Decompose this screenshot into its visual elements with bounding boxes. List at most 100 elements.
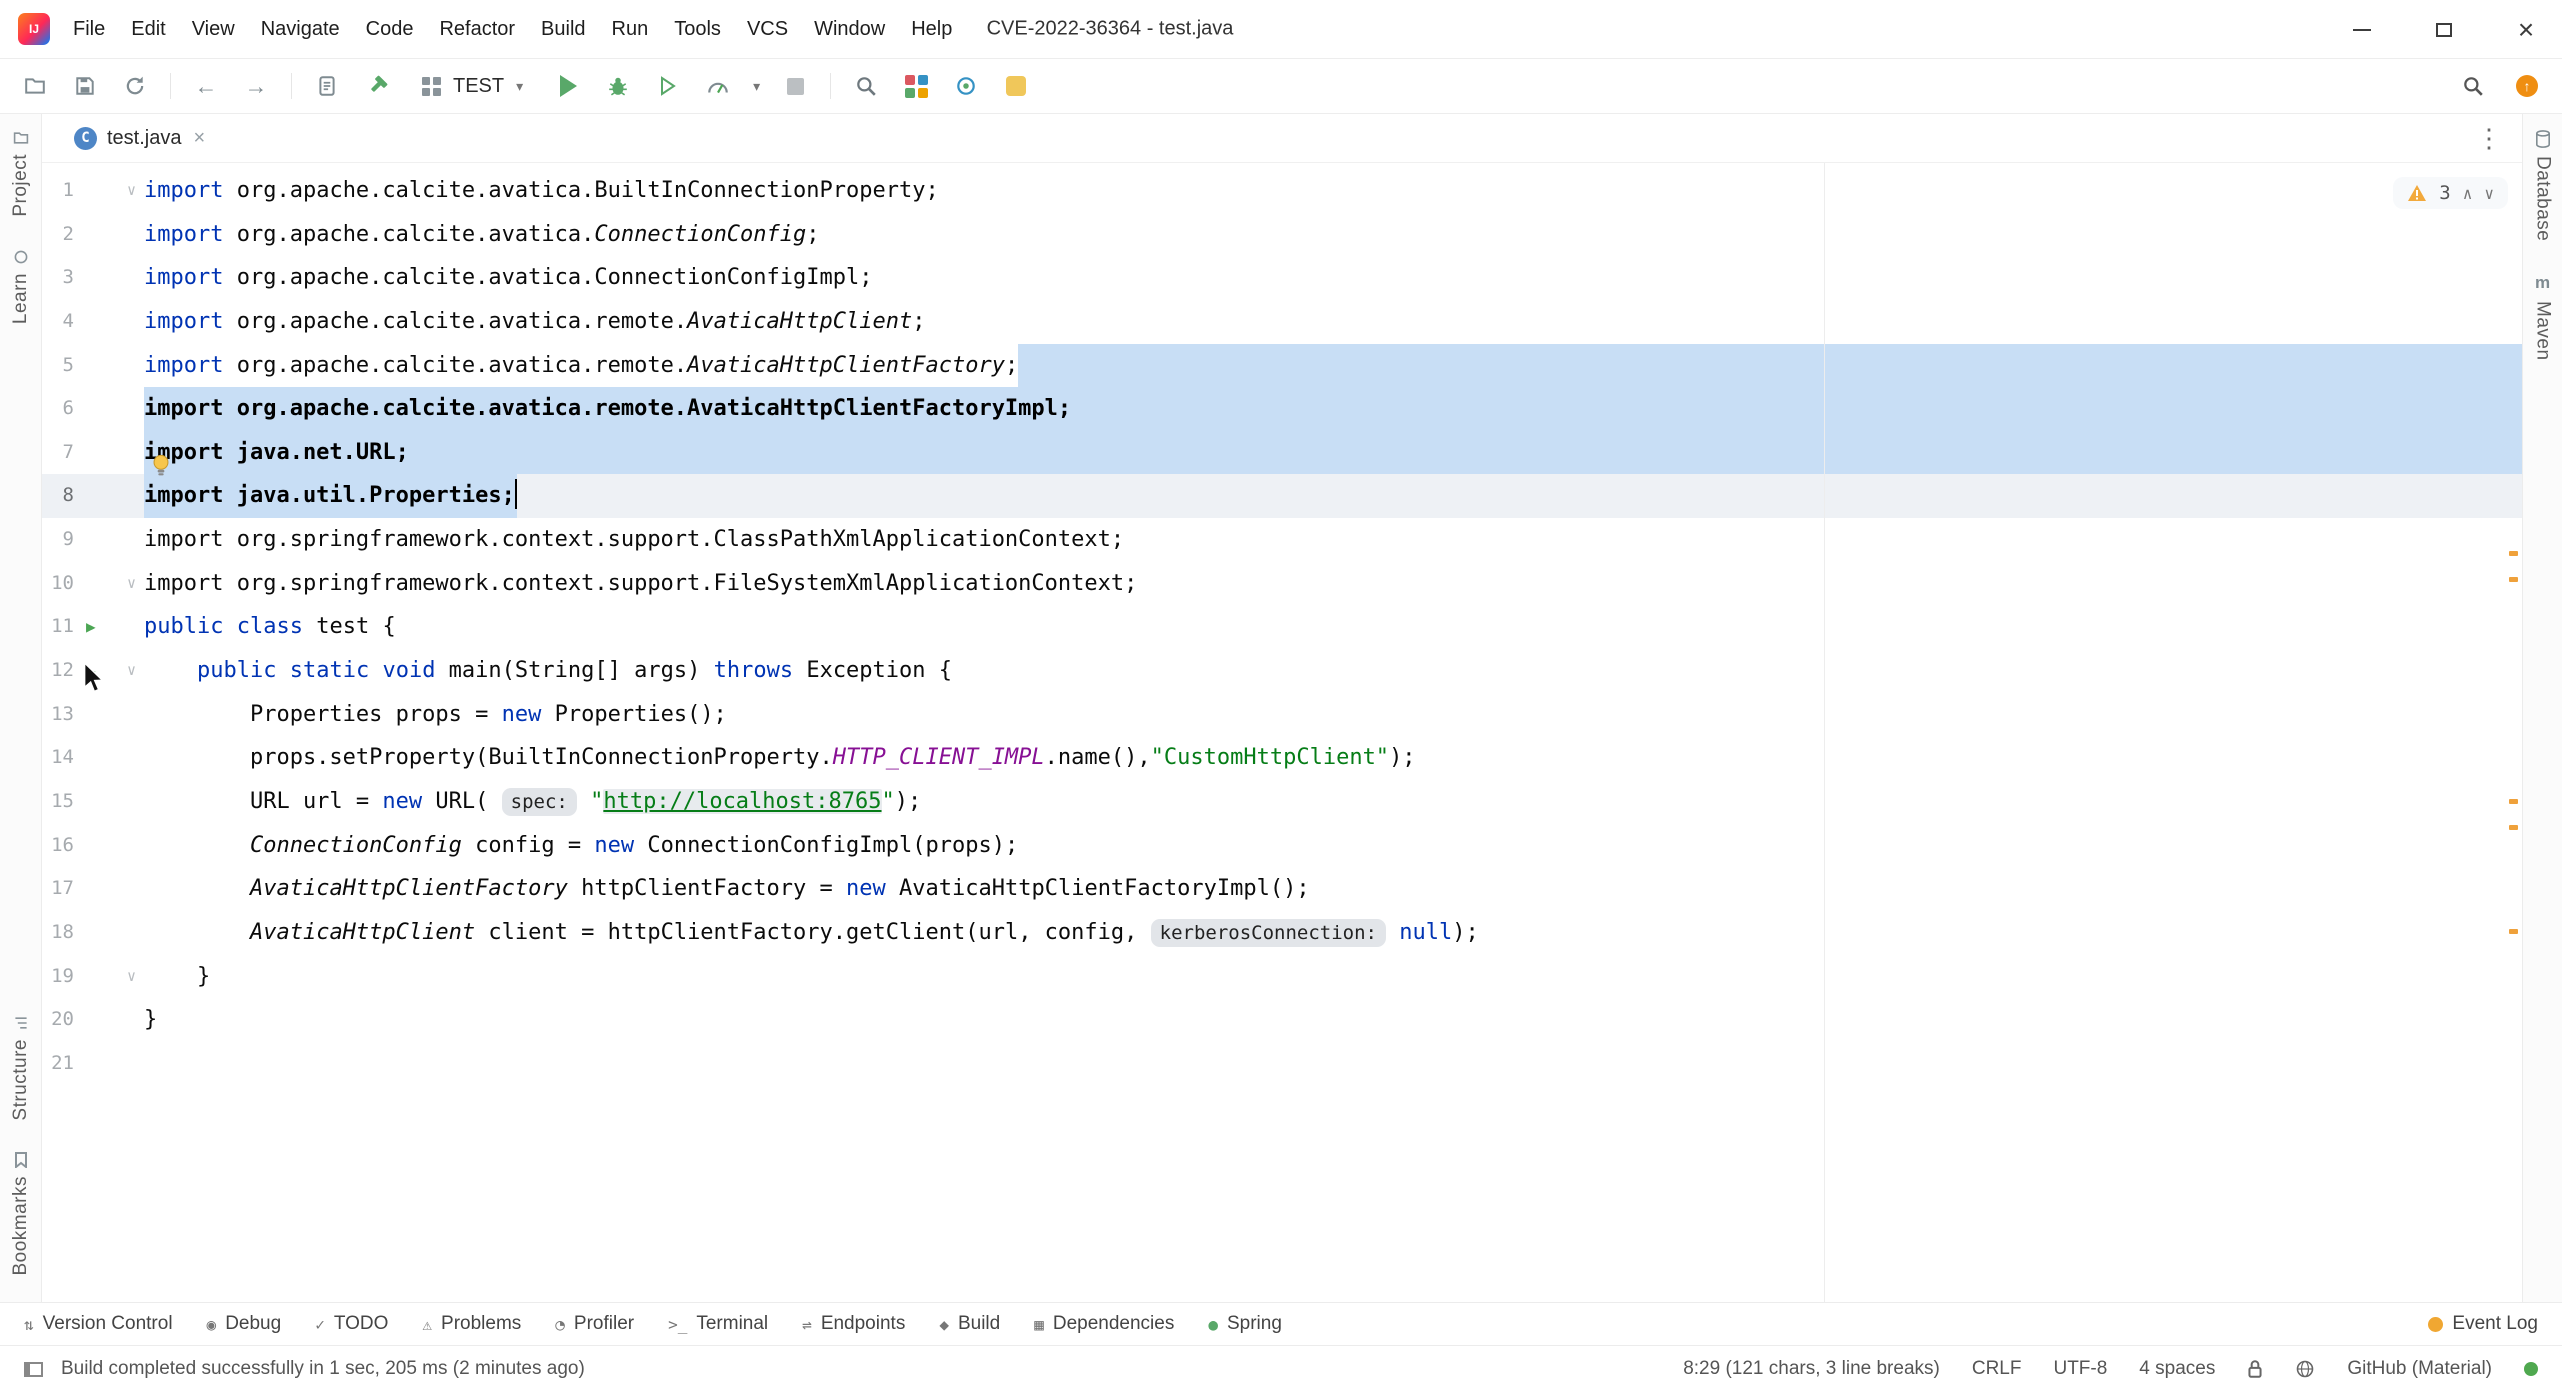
run-coverage-button[interactable] [653, 71, 683, 101]
code-text[interactable]: public static void main(String[] args) t… [144, 649, 2522, 693]
warning-mark[interactable] [2509, 799, 2518, 804]
code-text[interactable]: URL url = new URL( spec: "http://localho… [144, 780, 2522, 824]
tool-button-problems[interactable]: ⚠Problems [422, 1313, 521, 1335]
code-line-6[interactable]: 6import org.apache.calcite.avatica.remot… [42, 387, 2522, 431]
tool-button-debug[interactable]: ◉Debug [207, 1313, 282, 1335]
menu-run[interactable]: Run [599, 11, 662, 48]
menu-view[interactable]: View [179, 11, 248, 48]
menu-vcs[interactable]: VCS [734, 11, 801, 48]
code-text[interactable]: import org.apache.calcite.avatica.Connec… [144, 213, 2522, 257]
tool-button-build[interactable]: ◆Build [939, 1313, 1000, 1335]
close-button[interactable]: × [2510, 16, 2542, 44]
code-line-8[interactable]: 8import java.util.Properties; [42, 474, 2522, 518]
menu-file[interactable]: File [60, 11, 118, 48]
code-line-18[interactable]: 18 AvaticaHttpClient client = httpClient… [42, 911, 2522, 955]
debug-button[interactable] [603, 71, 633, 101]
code-line-10[interactable]: 10∨import org.springframework.context.su… [42, 562, 2522, 606]
commit-icon[interactable] [951, 71, 981, 101]
back-icon[interactable]: ← [191, 71, 221, 101]
learn-features-icon[interactable] [1001, 71, 1031, 101]
tool-button-version-control[interactable]: ⇅Version Control [24, 1313, 173, 1335]
tool-button-todo[interactable]: ✓TODO [315, 1313, 388, 1335]
tool-button-endpoints[interactable]: ⇌Endpoints [802, 1313, 905, 1335]
tool-button-structure[interactable]: Structure [10, 1015, 32, 1121]
menu-edit[interactable]: Edit [118, 11, 178, 48]
menu-build[interactable]: Build [528, 11, 598, 48]
plugins-icon[interactable] [901, 71, 931, 101]
save-all-icon[interactable] [70, 71, 100, 101]
code-text[interactable]: import java.net.URL; [144, 431, 2522, 475]
fold-icon[interactable]: ∨ [127, 562, 136, 606]
inspections-widget[interactable]: 3 ∧ ∨ [2393, 177, 2508, 209]
previous-problem-icon[interactable]: ∧ [2463, 184, 2473, 203]
code-text[interactable]: import org.apache.calcite.avatica.Connec… [144, 256, 2522, 300]
code-text[interactable]: import java.util.Properties; [144, 474, 2522, 518]
fold-icon[interactable]: ∨ [127, 649, 136, 693]
code-text[interactable]: import org.apache.calcite.avatica.remote… [144, 387, 2522, 431]
code-text[interactable] [144, 1042, 2522, 1086]
code-line-16[interactable]: 16 ConnectionConfig config = new Connect… [42, 824, 2522, 868]
stop-button[interactable] [780, 71, 810, 101]
warning-mark[interactable] [2509, 929, 2518, 934]
tool-button-terminal[interactable]: >_Terminal [668, 1313, 768, 1335]
code-line-15[interactable]: 15 URL url = new URL( spec: "http://loca… [42, 780, 2522, 824]
tool-button-maven[interactable]: m Maven [2532, 273, 2554, 361]
tool-button-learn[interactable]: Learn [10, 249, 32, 324]
tab-test-java[interactable]: C test.java × [58, 114, 221, 162]
code-editor[interactable]: 1∨import org.apache.calcite.avatica.Buil… [42, 163, 2522, 1302]
code-line-4[interactable]: 4import org.apache.calcite.avatica.remot… [42, 300, 2522, 344]
code-text[interactable]: import org.apache.calcite.avatica.remote… [144, 344, 2522, 388]
menu-window[interactable]: Window [801, 11, 898, 48]
code-text[interactable]: import org.apache.calcite.avatica.remote… [144, 300, 2522, 344]
code-line-17[interactable]: 17 AvaticaHttpClientFactory httpClientFa… [42, 867, 2522, 911]
menu-navigate[interactable]: Navigate [248, 11, 353, 48]
code-line-19[interactable]: 19∨ } [42, 955, 2522, 999]
code-line-7[interactable]: 7import java.net.URL; [42, 431, 2522, 475]
run-button[interactable] [553, 71, 583, 101]
warning-mark[interactable] [2509, 825, 2518, 830]
code-line-21[interactable]: 21 [42, 1042, 2522, 1086]
encoding-widget[interactable]: UTF-8 [2053, 1358, 2107, 1380]
load-changes-icon[interactable] [312, 71, 342, 101]
next-problem-icon[interactable]: ∨ [2484, 184, 2494, 203]
menu-help[interactable]: Help [898, 11, 965, 48]
code-text[interactable]: props.setProperty(BuiltInConnectionPrope… [144, 736, 2522, 780]
profiler-button[interactable] [703, 71, 733, 101]
tab-close-icon[interactable]: × [193, 127, 205, 150]
code-line-3[interactable]: 3import org.apache.calcite.avatica.Conne… [42, 256, 2522, 300]
code-text[interactable]: AvaticaHttpClient client = httpClientFac… [144, 911, 2522, 955]
menu-tools[interactable]: Tools [661, 11, 734, 48]
code-text[interactable]: import org.apache.calcite.avatica.BuiltI… [144, 169, 2522, 213]
menu-code[interactable]: Code [353, 11, 427, 48]
code-text[interactable]: Properties props = new Properties(); [144, 693, 2522, 737]
profiler-chevron-icon[interactable]: ▾ [753, 78, 760, 95]
line-separator-widget[interactable]: CRLF [1972, 1358, 2022, 1380]
run-gutter-icon[interactable]: ▶ [86, 605, 96, 649]
code-text[interactable]: AvaticaHttpClientFactory httpClientFacto… [144, 867, 2522, 911]
minimize-button[interactable] [2346, 29, 2378, 31]
code-line-11[interactable]: 11▶public class test { [42, 605, 2522, 649]
code-text[interactable]: } [144, 955, 2522, 999]
forward-icon[interactable]: → [241, 71, 271, 101]
search-everywhere-icon[interactable] [851, 71, 881, 101]
code-text[interactable]: import org.springframework.context.suppo… [144, 562, 2522, 606]
code-text[interactable]: public class test { [144, 605, 2522, 649]
code-line-9[interactable]: 9import org.springframework.context.supp… [42, 518, 2522, 562]
intention-bulb-icon[interactable] [150, 453, 172, 477]
tool-button-project[interactable]: Project [10, 130, 32, 217]
tool-button-dependencies[interactable]: ▦Dependencies [1034, 1313, 1174, 1335]
ide-settings-globe-icon[interactable] [2295, 1359, 2315, 1379]
run-configuration-select[interactable]: TEST ▾ [412, 71, 533, 102]
tool-button-bookmarks[interactable]: Bookmarks [10, 1152, 32, 1276]
code-line-13[interactable]: 13 Properties props = new Properties(); [42, 693, 2522, 737]
fold-icon[interactable]: ∨ [127, 169, 136, 213]
code-line-1[interactable]: 1∨import org.apache.calcite.avatica.Buil… [42, 169, 2522, 213]
editor-options-icon[interactable]: ⋮ [2476, 123, 2502, 154]
read-only-lock-icon[interactable] [2247, 1359, 2263, 1379]
tool-button-database[interactable]: Database [2532, 130, 2554, 241]
build-hammer-icon[interactable] [362, 71, 392, 101]
code-line-20[interactable]: 20} [42, 998, 2522, 1042]
code-line-12[interactable]: 12▶∨ public static void main(String[] ar… [42, 649, 2522, 693]
tool-window-toggle-icon[interactable] [24, 1362, 43, 1377]
code-text[interactable]: import org.springframework.context.suppo… [144, 518, 2522, 562]
